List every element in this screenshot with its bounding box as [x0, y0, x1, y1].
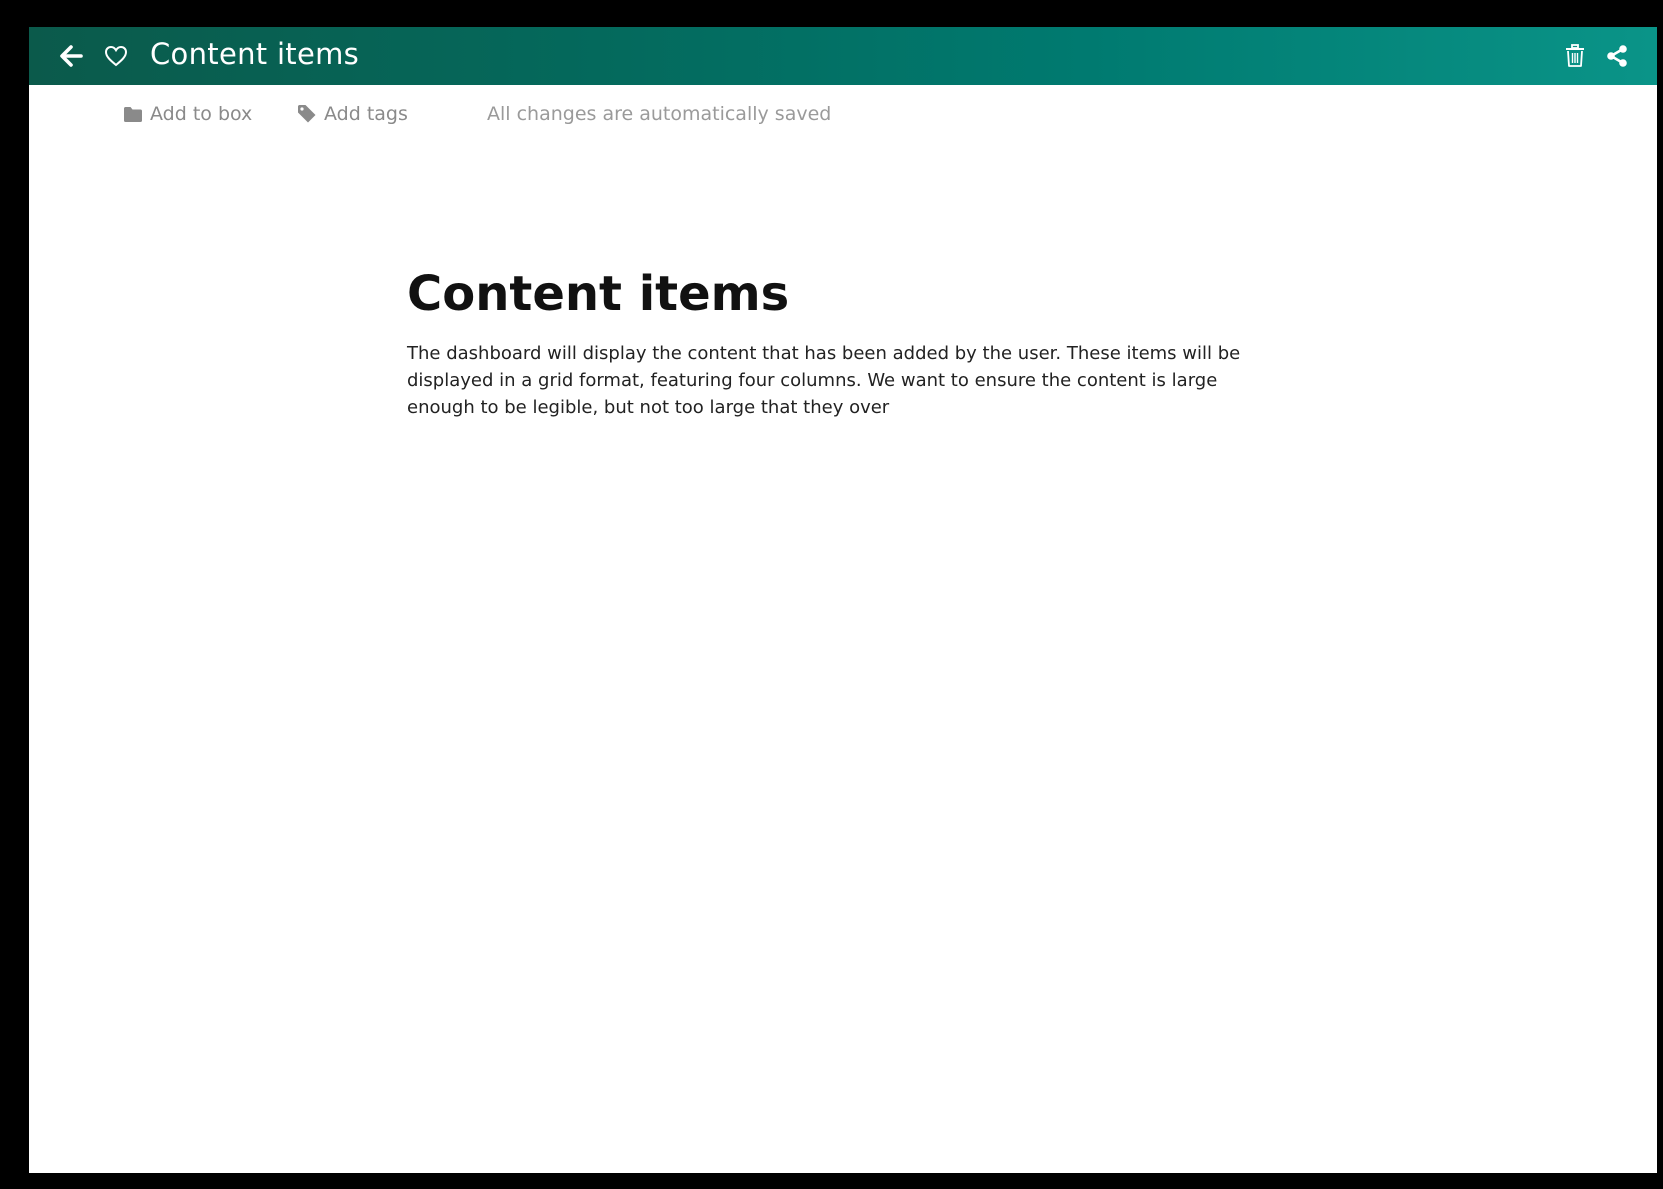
header-title: Content items: [150, 37, 360, 71]
trash-icon: [1566, 44, 1584, 67]
autosave-status: All changes are automatically saved: [487, 103, 832, 125]
document-toolbar: Add to box Add tags All changes are auto…: [29, 85, 1657, 141]
add-tags-label: Add tags: [324, 103, 408, 125]
arrow-left-icon: [60, 45, 83, 67]
share-icon: [1607, 45, 1627, 67]
document-content: Content items The dashboard will display…: [407, 262, 1267, 421]
delete-button[interactable]: [1561, 42, 1589, 70]
document-title[interactable]: Content items: [407, 262, 1267, 326]
tag-icon: [297, 104, 317, 124]
add-to-box-button[interactable]: Add to box: [123, 103, 252, 125]
heart-outline-icon: [104, 45, 128, 67]
app-window: Content items Add to box Add tags All ch…: [29, 27, 1657, 1173]
add-to-box-label: Add to box: [150, 103, 253, 125]
document-body[interactable]: The dashboard will display the content t…: [407, 340, 1267, 421]
top-bar: Content items: [29, 27, 1657, 85]
favorite-button[interactable]: [101, 41, 131, 71]
back-button[interactable]: [57, 41, 87, 71]
share-button[interactable]: [1603, 42, 1631, 70]
folder-icon: [123, 106, 143, 123]
add-tags-button[interactable]: Add tags: [297, 103, 408, 125]
